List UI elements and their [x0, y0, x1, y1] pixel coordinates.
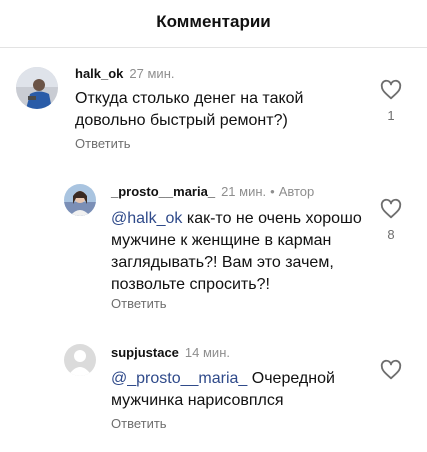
header: Комментарии: [0, 0, 427, 48]
author-badge: Автор: [278, 184, 315, 199]
mention-link[interactable]: @halk_ok: [111, 210, 182, 227]
comment-text: @_prosto__maria_ Очередной мужчинка нари…: [111, 368, 367, 412]
username[interactable]: _prosto__maria_: [111, 184, 215, 199]
avatar[interactable]: [64, 344, 96, 376]
heart-outline-icon[interactable]: [380, 359, 402, 381]
heart-outline-icon[interactable]: [380, 79, 402, 101]
separator: •: [270, 184, 275, 199]
timestamp: 27 мин.: [129, 66, 175, 81]
comment-prosto-maria: _prosto__maria_ 21 мин. • Автор @halk_ok ка…: [0, 170, 427, 330]
reply-button[interactable]: Ответить: [111, 296, 167, 311]
timestamp: 14 мин.: [184, 345, 230, 360]
heart-outline-icon[interactable]: [380, 198, 402, 220]
reply-button[interactable]: Ответить: [75, 136, 131, 151]
mention-link[interactable]: @_prosto__maria_: [111, 370, 247, 387]
avatar[interactable]: [64, 184, 96, 216]
reply-button[interactable]: Ответить: [111, 416, 167, 431]
comment-body: Откуда столько денег на такой довольно б…: [75, 90, 304, 129]
username[interactable]: halk_ok: [75, 66, 123, 81]
like-count: 8: [387, 227, 395, 242]
comment-supjustace: supjustace 14 мин. @_prosto__maria_ Очере…: [0, 334, 427, 452]
comment-text: Откуда столько денег на такой довольно б…: [75, 88, 340, 132]
timestamp: 21 мин.: [221, 184, 267, 199]
avatar[interactable]: [16, 67, 58, 109]
comment-meta: halk_ok 27 мин.: [75, 66, 174, 81]
comment-meta: supjustace 14 мин.: [111, 345, 230, 360]
comment-meta: _prosto__maria_ 21 мин. • Автор: [111, 184, 314, 199]
like-count: 1: [387, 108, 395, 123]
page-title: Комментарии: [156, 12, 271, 31]
username[interactable]: supjustace: [111, 345, 179, 360]
comment-halk-ok: halk_ok 27 мин. Откуда столько денег на т…: [0, 48, 427, 168]
comment-text: @halk_ok как-то не очень хорошо мужчине …: [111, 208, 367, 296]
